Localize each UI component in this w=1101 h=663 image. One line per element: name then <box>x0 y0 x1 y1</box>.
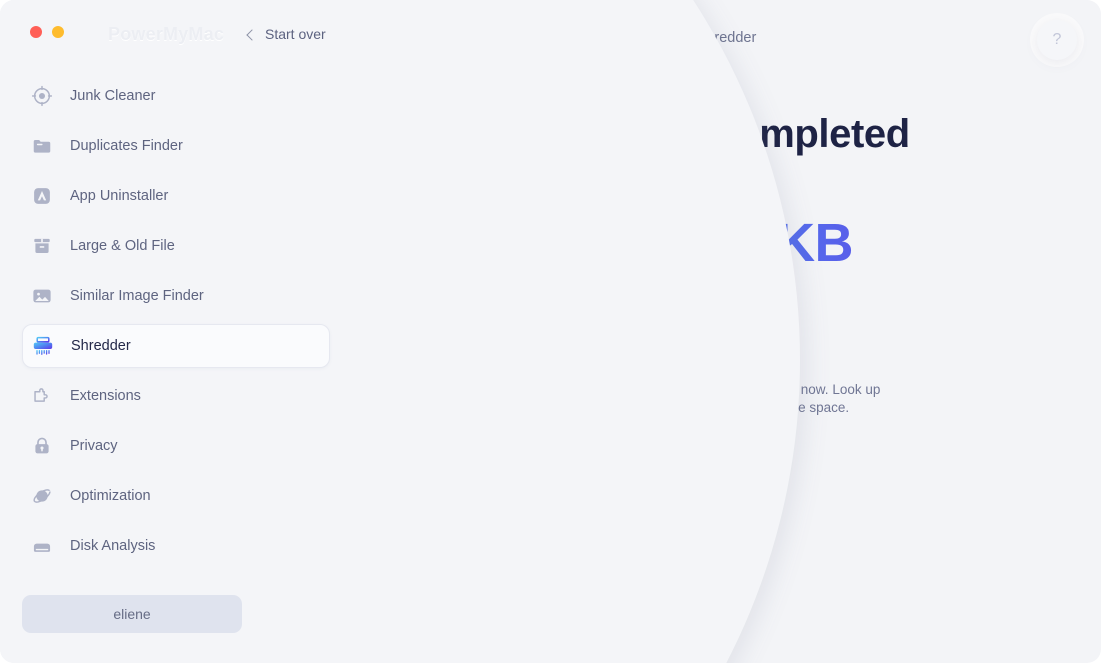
free-space-text: available on your disk drive now. Look u… <box>603 382 881 415</box>
sidebar-item-label: Large & Old File <box>70 238 175 254</box>
target-icon <box>30 84 54 108</box>
sidebar-item-label: Similar Image Finder <box>70 288 204 304</box>
sidebar-item-extensions[interactable]: Extensions <box>22 374 330 418</box>
window-controls <box>30 26 64 38</box>
sidebar-nav: Junk Cleaner Duplicates Finder App Unins… <box>0 74 352 574</box>
sidebar-item-label: Shredder <box>71 338 131 354</box>
cleaned-size-value: 191.39 KB <box>352 212 1101 274</box>
minimize-button-icon[interactable] <box>52 26 64 38</box>
shredder-icon <box>31 334 55 358</box>
archive-box-icon <box>30 234 54 258</box>
user-account-label: eliene <box>113 606 151 622</box>
sidebar-item-junk-cleaner[interactable]: Junk Cleaner <box>22 74 330 118</box>
review-button[interactable]: Review <box>671 446 782 474</box>
sidebar-item-app-uninstaller[interactable]: App Uninstaller <box>22 174 330 218</box>
sidebar-item-duplicates-finder[interactable]: Duplicates Finder <box>22 124 330 168</box>
page-title: Shredder <box>696 30 757 46</box>
sidebar-item-label: Optimization <box>70 488 151 504</box>
sidebar-item-label: Disk Analysis <box>70 538 156 554</box>
sidebar-item-label: Extensions <box>70 388 141 404</box>
cleaned-subhead: Cleaned <box>656 296 797 338</box>
help-button[interactable]: ? <box>1037 20 1077 60</box>
main-panel: Shredder Cleaned Completed 191.39 KB Cle… <box>352 0 1101 663</box>
image-icon <box>30 284 54 308</box>
title-bar: PowerMyMac Start over <box>0 0 352 62</box>
sidebar-item-shredder[interactable]: Shredder <box>22 324 330 368</box>
sidebar-item-privacy[interactable]: Privacy <box>22 424 330 468</box>
app-store-icon <box>30 184 54 208</box>
orbit-icon <box>30 484 54 508</box>
close-button-icon[interactable] <box>30 26 42 38</box>
puzzle-piece-icon <box>30 384 54 408</box>
chevron-left-icon <box>246 28 258 41</box>
folder-icon <box>30 134 54 158</box>
free-space-description: 49.96 GB available on your disk drive no… <box>557 381 897 417</box>
result-headline: Cleaned Completed <box>543 112 910 156</box>
free-space-value: 49.96 GB <box>572 382 631 397</box>
sidebar-item-large-old-file[interactable]: Large & Old File <box>22 224 330 268</box>
user-account-button[interactable]: eliene <box>22 595 242 633</box>
divider-rule <box>686 285 767 288</box>
disk-drive-icon <box>30 534 54 558</box>
sidebar-item-similar-image-finder[interactable]: Similar Image Finder <box>22 274 330 318</box>
start-over-label: Start over <box>265 26 326 42</box>
question-mark-icon: ? <box>1052 31 1062 48</box>
app-window: Shredder Cleaned Completed 191.39 KB Cle… <box>0 0 1101 663</box>
app-title: PowerMyMac <box>108 24 225 44</box>
sidebar-item-label: Duplicates Finder <box>70 138 183 154</box>
sidebar-item-disk-analysis[interactable]: Disk Analysis <box>22 524 330 568</box>
sidebar-item-label: App Uninstaller <box>70 188 169 204</box>
sidebar-item-label: Junk Cleaner <box>70 88 156 104</box>
sidebar-content: PowerMyMac Start over Junk Cleaner Dupli… <box>0 0 352 663</box>
sidebar-item-optimization[interactable]: Optimization <box>22 474 330 518</box>
sidebar-item-label: Privacy <box>70 438 118 454</box>
start-over-button[interactable]: Start over <box>246 26 326 42</box>
lock-icon <box>30 434 54 458</box>
